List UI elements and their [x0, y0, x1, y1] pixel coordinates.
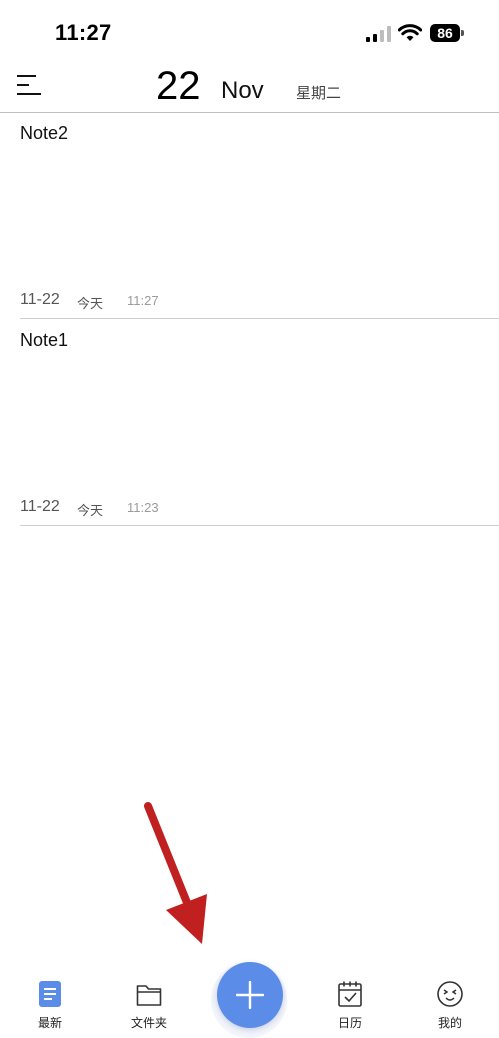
bottom-nav: 最新 文件夹 日历 我的	[0, 962, 499, 1038]
note-date: 11-22	[20, 498, 60, 515]
note-time: 11:23	[127, 500, 159, 515]
note-item[interactable]: Note2 11-22 今天 11:27	[0, 113, 499, 319]
note-title: Note2	[20, 123, 69, 143]
nav-label: 最新	[37, 1016, 62, 1030]
annotation-arrow-icon	[144, 802, 207, 944]
note-footer: 11-22 今天 11:23	[20, 498, 499, 518]
menu-icon[interactable]	[16, 72, 42, 98]
note-date: 11-22	[20, 291, 60, 308]
status-time: 11:27	[55, 20, 112, 45]
date-month: Nov	[221, 77, 264, 104]
nav-item-profile[interactable]: 我的	[415, 980, 485, 1032]
document-icon	[39, 981, 61, 1007]
note-time: 11:27	[127, 293, 159, 308]
wifi-icon	[398, 24, 422, 41]
note-item[interactable]: Note1 11-22 今天 11:23	[0, 320, 499, 526]
status-bar: 11:27 86	[0, 0, 499, 64]
battery-icon: 86	[430, 24, 464, 42]
date-day: 22	[156, 64, 201, 108]
plus-icon	[236, 981, 264, 1009]
note-title: Note1	[20, 330, 69, 350]
nav-item-calendar[interactable]: 日历	[315, 980, 385, 1032]
nav-item-latest[interactable]: 最新	[15, 980, 85, 1032]
battery-level: 86	[430, 24, 460, 42]
date-weekday: 星期二	[296, 85, 342, 102]
add-note-button[interactable]	[217, 962, 283, 1028]
battery-cap	[461, 30, 464, 36]
nav-item-folder[interactable]: 文件夹	[114, 980, 184, 1032]
nav-label: 我的	[437, 1016, 462, 1030]
signal-icon	[366, 26, 391, 42]
face-icon	[437, 981, 463, 1007]
nav-label: 文件夹	[130, 1016, 167, 1030]
calendar-icon	[338, 981, 362, 1007]
note-day-label: 今天	[77, 503, 104, 518]
divider	[20, 525, 499, 526]
note-footer: 11-22 今天 11:27	[20, 291, 499, 311]
folder-icon	[136, 985, 162, 1006]
nav-label: 日历	[337, 1016, 362, 1030]
divider	[20, 318, 499, 319]
date-header: 22 Nov 星期二	[0, 64, 499, 113]
note-day-label: 今天	[77, 296, 104, 311]
